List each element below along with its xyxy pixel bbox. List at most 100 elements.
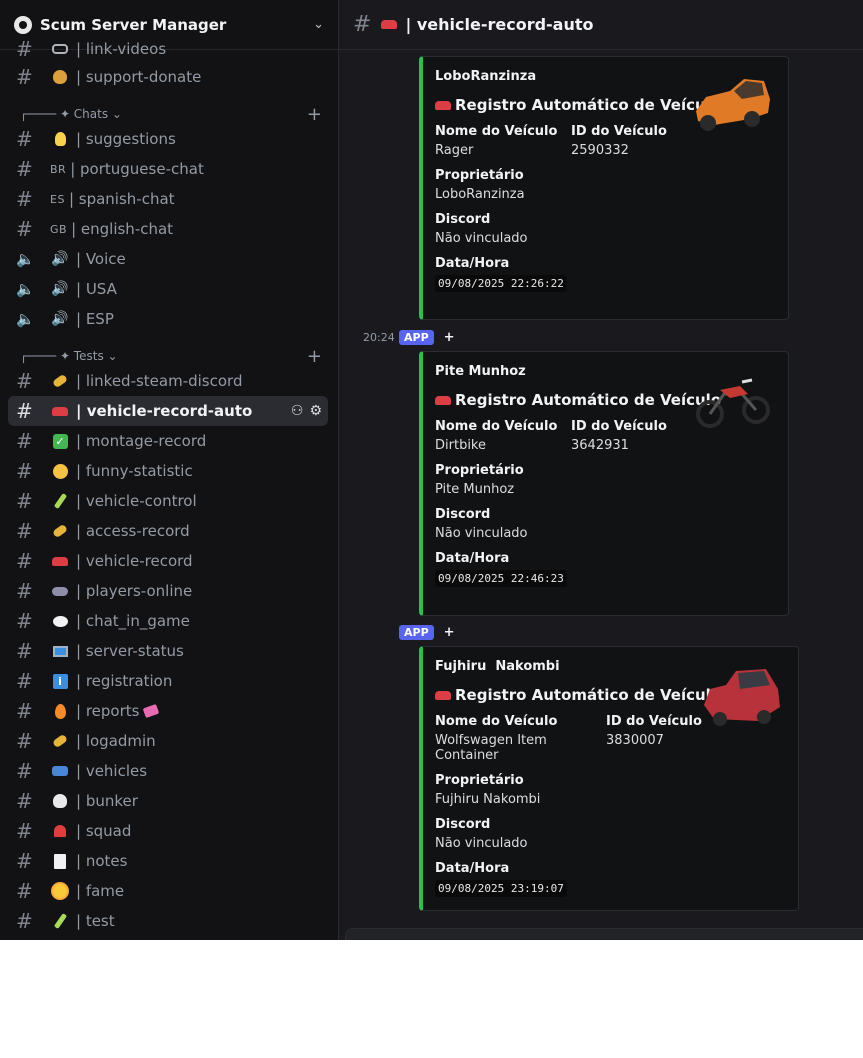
add-channel-icon[interactable]: + [307, 104, 322, 125]
field-label: Nome do Veículo [435, 124, 558, 139]
channel-notes[interactable]: # | notes [8, 846, 328, 876]
app-badge: APP [399, 625, 434, 640]
field-value: 3642931 [571, 438, 629, 453]
gear-icon[interactable]: ⚙ [309, 403, 322, 419]
channel-logadmin[interactable]: # | logadmin [8, 726, 328, 756]
channel-server-status[interactable]: # | server-status [8, 636, 328, 666]
flag-es-icon: ES [50, 192, 65, 206]
channel-squad[interactable]: # | squad [8, 816, 328, 846]
hatchback-car-thumbnail [704, 669, 780, 726]
channel-name: | notes [76, 852, 128, 870]
channel-suggestions[interactable]: # | suggestions [8, 124, 328, 154]
chevron-down-icon[interactable]: ⌄ [313, 17, 324, 32]
car-icon [381, 20, 398, 29]
speech-bubble-icon [50, 612, 70, 630]
hash-icon: # [16, 579, 33, 603]
add-channel-icon[interactable]: + [307, 346, 322, 367]
datetime-value: 09/08/2025 22:46:23 [435, 570, 567, 587]
hash-icon: # [16, 65, 33, 89]
channel-chat-in-game[interactable]: # | chat_in_game [8, 606, 328, 636]
channel-reports[interactable]: # | reports [8, 696, 328, 726]
channel-test[interactable]: # | test [8, 906, 328, 936]
channel-vehicle-control[interactable]: # | vehicle-control [8, 486, 328, 516]
field-label: ID do Veículo [571, 124, 667, 139]
voice-channel-voice[interactable]: 🔈 🔊 | Voice [8, 244, 328, 274]
category-chats[interactable]: ┌──── ✦ Chats ⌄ + [20, 104, 328, 125]
hash-icon: # [16, 217, 33, 241]
field-label: Nome do Veículo [435, 419, 558, 434]
car-icon [435, 100, 451, 110]
channel-name: | ESP [76, 310, 114, 328]
info-icon: i [50, 672, 70, 690]
key-icon [50, 732, 70, 750]
field-value: Pite Munhoz [435, 482, 515, 497]
channel-montage-record[interactable]: # ✓ | montage-record [8, 426, 328, 456]
hash-icon: # [16, 519, 33, 543]
plus-mark: + [443, 330, 455, 345]
hash-icon: # [16, 639, 33, 663]
channel-name: | server-status [76, 642, 184, 660]
dirtbike-thumbnail [696, 378, 770, 428]
field-label: Discord [435, 817, 491, 832]
siren-icon [50, 822, 70, 840]
owner-field: Proprietário Pite Munhoz [435, 463, 776, 497]
speaker-icon: 🔊 [51, 281, 69, 297]
hash-icon: # [16, 157, 33, 181]
hash-icon: # [16, 429, 33, 453]
hash-icon: # [16, 549, 33, 573]
category-label: ┌──── ✦ Tests ⌄ [20, 349, 118, 363]
channel-vehicles[interactable]: # | vehicles [8, 756, 328, 786]
hash-icon: # [16, 669, 33, 693]
hash-icon: # [16, 909, 33, 933]
datetime-field: Data/Hora 09/08/2025 23:19:07 [435, 861, 786, 897]
channel-bunker[interactable]: # | bunker [8, 786, 328, 816]
field-label: Discord [435, 212, 491, 227]
channel-registration[interactable]: # i | registration [8, 666, 328, 696]
channel-players-online[interactable]: # | players-online [8, 576, 328, 606]
voice-channel-usa[interactable]: 🔈 🔊 | USA [8, 274, 328, 304]
monitor-icon [50, 642, 70, 660]
voice-channel-esp[interactable]: 🔈 🔊 | ESP [8, 304, 328, 334]
voice-channel-icon: 🔈 [16, 279, 35, 298]
server-icon [14, 15, 32, 34]
channel-fame[interactable]: # | fame [8, 876, 328, 906]
message-meta: 20:24 APP + [363, 330, 455, 345]
channel-support-donate[interactable]: # | support-donate [8, 62, 328, 92]
channel-vehicle-record[interactable]: # | vehicle-record [8, 546, 328, 576]
category-label: ┌──── ✦ Chats ⌄ [20, 107, 122, 121]
channel-access-record[interactable]: # | access-record [8, 516, 328, 546]
channel-name: | reports [76, 702, 140, 720]
field-value: LoboRanzinza [435, 187, 525, 202]
category-tests[interactable]: ┌──── ✦ Tests ⌄ + [20, 346, 328, 367]
key-icon [50, 522, 70, 540]
discord-field: Discord Não vinculado [435, 212, 776, 246]
channel-name: | english-chat [71, 220, 174, 238]
check-icon: ✓ [50, 432, 70, 450]
hash-icon: # [16, 399, 33, 423]
channel-vehicle-record-auto[interactable]: # | vehicle-record-auto ⚇ ⚙ [8, 396, 328, 426]
channel-name: | USA [76, 280, 117, 298]
invite-members-icon[interactable]: ⚇ [291, 403, 304, 419]
channel-name: | support-donate [76, 68, 202, 86]
channel-link-videos[interactable]: # | link-videos [8, 34, 328, 64]
hash-icon: # [16, 849, 33, 873]
field-label: Data/Hora [435, 861, 510, 876]
channel-portuguese-chat[interactable]: # BR | portuguese-chat [8, 154, 328, 184]
gamepad-icon [50, 582, 70, 600]
vehicle-id-field: ID do Veículo 2590332 [571, 124, 667, 158]
channel-spanish-chat[interactable]: # ES | spanish-chat [8, 184, 328, 214]
message-meta: APP + [399, 625, 455, 640]
channel-name: | portuguese-chat [70, 160, 204, 178]
field-label: ID do Veículo [571, 419, 667, 434]
message-composer[interactable] [345, 928, 863, 940]
channel-funny-statistic[interactable]: # | funny-statistic [8, 456, 328, 486]
channel-linked-steam-discord[interactable]: # | linked-steam-discord [8, 366, 328, 396]
channel-english-chat[interactable]: # GB | english-chat [8, 214, 328, 244]
server-name: Scum Server Manager [40, 15, 227, 34]
hash-icon: # [16, 609, 33, 633]
vehicle-record-embed: Fujhiru Nakombi Registro Automático de V… [419, 646, 799, 911]
channel-name: | access-record [76, 522, 190, 540]
hash-icon: # [16, 127, 33, 151]
vehicle-name-field: Nome do Veículo Wolfswagen Item Containe… [435, 714, 606, 763]
plus-mark: + [443, 625, 455, 640]
